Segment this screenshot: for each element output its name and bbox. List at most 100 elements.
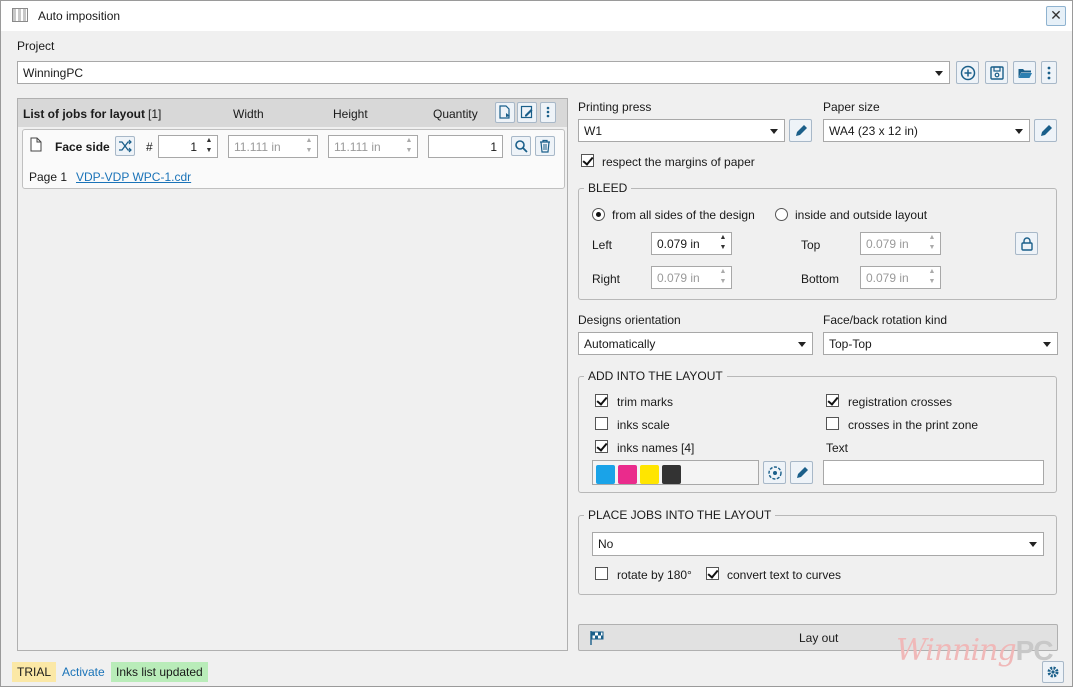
bleed-right-value: 0.079 in: [657, 271, 700, 285]
width-column-header: Width: [233, 107, 264, 121]
job-number-spin[interactable]: ▲ ▼: [201, 136, 217, 157]
designs-orientation-label: Designs orientation: [578, 313, 681, 327]
job-height-value: 11.111 in: [334, 140, 381, 154]
job-file-link[interactable]: VDP-VDP WPC-1.cdr: [76, 170, 191, 184]
jobs-list-title: List of jobs for layout: [23, 107, 145, 121]
job-page-label: Page 1: [29, 170, 68, 184]
registration-crosses-label: registration crosses: [848, 395, 953, 409]
place-jobs-value: No: [598, 537, 614, 551]
height-column-header: Height: [333, 107, 368, 121]
job-number-stepper[interactable]: 1 ▲ ▼: [158, 135, 218, 158]
gear-icon: [1047, 666, 1059, 678]
crosses-print-zone-checkbox[interactable]: [826, 417, 839, 430]
designs-orientation-select[interactable]: Automatically: [578, 332, 813, 355]
bleed-bottom-value: 0.079 in: [866, 271, 909, 285]
bleed-all-sides-radio[interactable]: [592, 208, 605, 221]
edit-inks-button[interactable]: [790, 461, 813, 484]
trim-marks-label: trim marks: [617, 395, 673, 409]
add-job-button[interactable]: [495, 102, 515, 123]
place-jobs-select[interactable]: No: [592, 532, 1044, 556]
close-button[interactable]: ✕: [1046, 6, 1066, 26]
paper-size-label: Paper size: [823, 100, 880, 114]
settings-button[interactable]: [1042, 661, 1064, 683]
edit-printing-press-button[interactable]: [789, 119, 812, 142]
job-width-value: 11.111 in: [234, 140, 281, 154]
bleed-right-label: Right: [592, 272, 621, 286]
project-select[interactable]: WinningPC: [17, 61, 950, 84]
bleed-inside-outside-radio[interactable]: [775, 208, 788, 221]
place-jobs-title: PLACE JOBS INTO THE LAYOUT: [584, 508, 776, 522]
open-project-button[interactable]: [1013, 61, 1036, 84]
jobs-menu-button[interactable]: [540, 102, 556, 123]
trim-marks-checkbox[interactable]: [595, 394, 608, 407]
chevron-down-icon: [1029, 542, 1037, 547]
chevron-down-icon: [1043, 342, 1051, 347]
bleed-top-stepper: 0.079 in ▲ ▼: [860, 232, 941, 255]
chevron-down-icon: [798, 342, 806, 347]
convert-text-checkbox[interactable]: [706, 567, 719, 580]
search-icon: [515, 140, 528, 153]
inks-scale-label: inks scale: [617, 418, 670, 432]
bleed-left-stepper[interactable]: 0.079 in ▲ ▼: [651, 232, 732, 255]
project-label: Project: [17, 39, 55, 53]
add-into-layout-title: ADD INTO THE LAYOUT: [584, 369, 727, 383]
status-message: Inks list updated: [111, 662, 208, 682]
text-label: Text: [826, 441, 849, 455]
bleed-top-value: 0.079 in: [866, 237, 909, 251]
inks-swatches[interactable]: [592, 460, 759, 485]
respect-margins-checkbox[interactable]: [581, 154, 594, 167]
bleed-left-label: Left: [592, 238, 613, 252]
app-icon: [12, 8, 28, 22]
bleed-bottom-label: Bottom: [801, 272, 840, 286]
more-vertical-icon: [1047, 66, 1051, 80]
trash-icon: [540, 139, 550, 153]
folder-open-icon: [1018, 69, 1032, 78]
add-document-icon: [499, 105, 510, 119]
chevron-down-icon: [770, 129, 778, 134]
inks-names-count: [4]: [681, 441, 695, 455]
rotation-kind-value: Top-Top: [829, 337, 872, 351]
paper-size-select[interactable]: WA4 (23 x 12 in): [823, 119, 1030, 142]
edit-jobs-button[interactable]: [517, 102, 537, 123]
job-quantity-field[interactable]: 1: [428, 135, 503, 158]
ink-swatch-cyan: [596, 465, 615, 484]
layout-text-input[interactable]: [823, 460, 1044, 485]
inks-names-checkbox[interactable]: [595, 440, 608, 453]
printing-press-select[interactable]: W1: [578, 119, 785, 142]
activate-link[interactable]: Activate: [62, 665, 105, 679]
rotation-kind-label: Face/back rotation kind: [823, 313, 948, 327]
window-title: Auto imposition: [38, 9, 121, 23]
bleed-all-sides-label: from all sides of the design: [612, 208, 755, 222]
edit-paper-size-button[interactable]: [1034, 119, 1057, 142]
swap-side-button[interactable]: [115, 136, 135, 156]
bleed-top-label: Top: [801, 238, 821, 252]
rotation-kind-select[interactable]: Top-Top: [823, 332, 1058, 355]
lay-out-label: Lay out: [799, 631, 839, 645]
job-height-field: 11.111 in ▲ ▼: [328, 135, 418, 158]
registration-crosses-checkbox[interactable]: [826, 394, 839, 407]
project-menu-button[interactable]: [1041, 61, 1057, 84]
paper-size-value: WA4 (23 x 12 in): [829, 124, 918, 138]
pencil-icon: [1041, 125, 1052, 136]
status-bar: TRIAL Activate Inks list updated: [1, 659, 1072, 686]
bleed-left-value: 0.079 in: [657, 237, 700, 251]
rotate-180-checkbox[interactable]: [595, 567, 608, 580]
bleed-lock-button[interactable]: [1015, 232, 1038, 255]
add-project-button[interactable]: [956, 61, 979, 84]
job-side-label: Face side: [55, 140, 110, 154]
inks-scale-checkbox[interactable]: [595, 417, 608, 430]
inks-palette-button[interactable]: [763, 461, 786, 484]
rotate-180-label: rotate by 180°: [617, 568, 692, 582]
bleed-title: BLEED: [584, 181, 632, 195]
shuffle-icon: [119, 139, 132, 153]
save-project-button[interactable]: [985, 61, 1008, 84]
jobs-list-header: List of jobs for layout [1] Width Height…: [18, 99, 567, 127]
inks-names-label: inks names: [617, 441, 678, 455]
preview-job-button[interactable]: [511, 136, 531, 156]
bleed-bottom-stepper: 0.079 in ▲ ▼: [860, 266, 941, 289]
bleed-right-stepper: 0.079 in ▲ ▼: [651, 266, 732, 289]
delete-job-button[interactable]: [535, 136, 555, 156]
plus-circle-icon: [960, 65, 976, 81]
convert-text-label: convert text to curves: [727, 568, 842, 582]
job-width-field: 11.111 in ▲ ▼: [228, 135, 318, 158]
